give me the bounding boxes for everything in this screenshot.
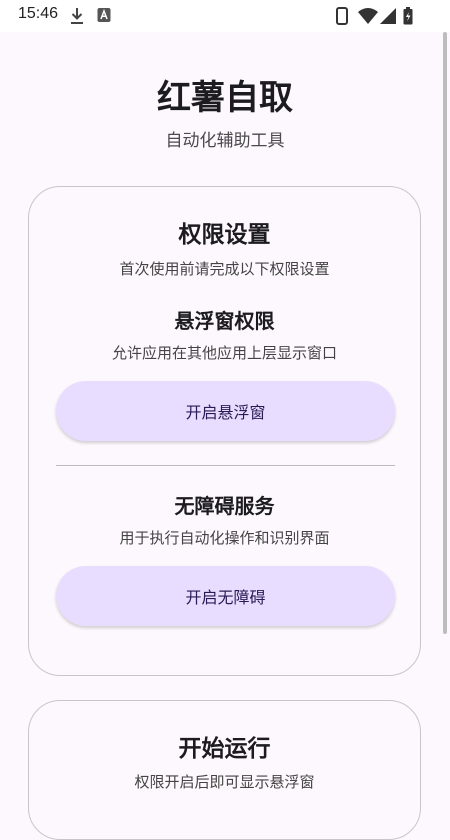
accessibility-service-description: 用于执行自动化操作和识别界面 (119, 529, 330, 547)
app-a-icon (97, 7, 111, 27)
run-card-title: 开始运行 (178, 736, 271, 762)
divider (56, 465, 395, 466)
app-subtitle: 自动化辅助工具 (165, 131, 285, 151)
scrollbar[interactable] (443, 32, 447, 634)
signal-icon (380, 7, 397, 29)
app-title: 红薯自取 (157, 78, 293, 118)
enable-accessibility-button[interactable]: 开启无障碍 (56, 566, 395, 626)
battery-icon (403, 7, 413, 29)
enable-overlay-button[interactable]: 开启悬浮窗 (56, 381, 395, 441)
download-icon (70, 7, 84, 29)
phone-icon (336, 7, 348, 29)
card-title: 权限设置 (178, 222, 271, 248)
permissions-card: 权限设置 首次使用前请完成以下权限设置 悬浮窗权限 允许应用在其他应用上层显示窗… (28, 186, 421, 676)
accessibility-service-title: 无障碍服务 (174, 494, 275, 518)
card-description: 首次使用前请完成以下权限设置 (119, 260, 330, 278)
overlay-permission-title: 悬浮窗权限 (174, 309, 275, 333)
overlay-permission-description: 允许应用在其他应用上层显示窗口 (111, 344, 337, 362)
status-bar: 15:46 (0, 0, 450, 32)
run-card-description: 权限开启后即可显示悬浮窗 (134, 773, 315, 791)
run-card: 开始运行 权限开启后即可显示悬浮窗 (28, 700, 421, 840)
status-time: 15:46 (18, 5, 59, 22)
wifi-icon (358, 7, 378, 29)
